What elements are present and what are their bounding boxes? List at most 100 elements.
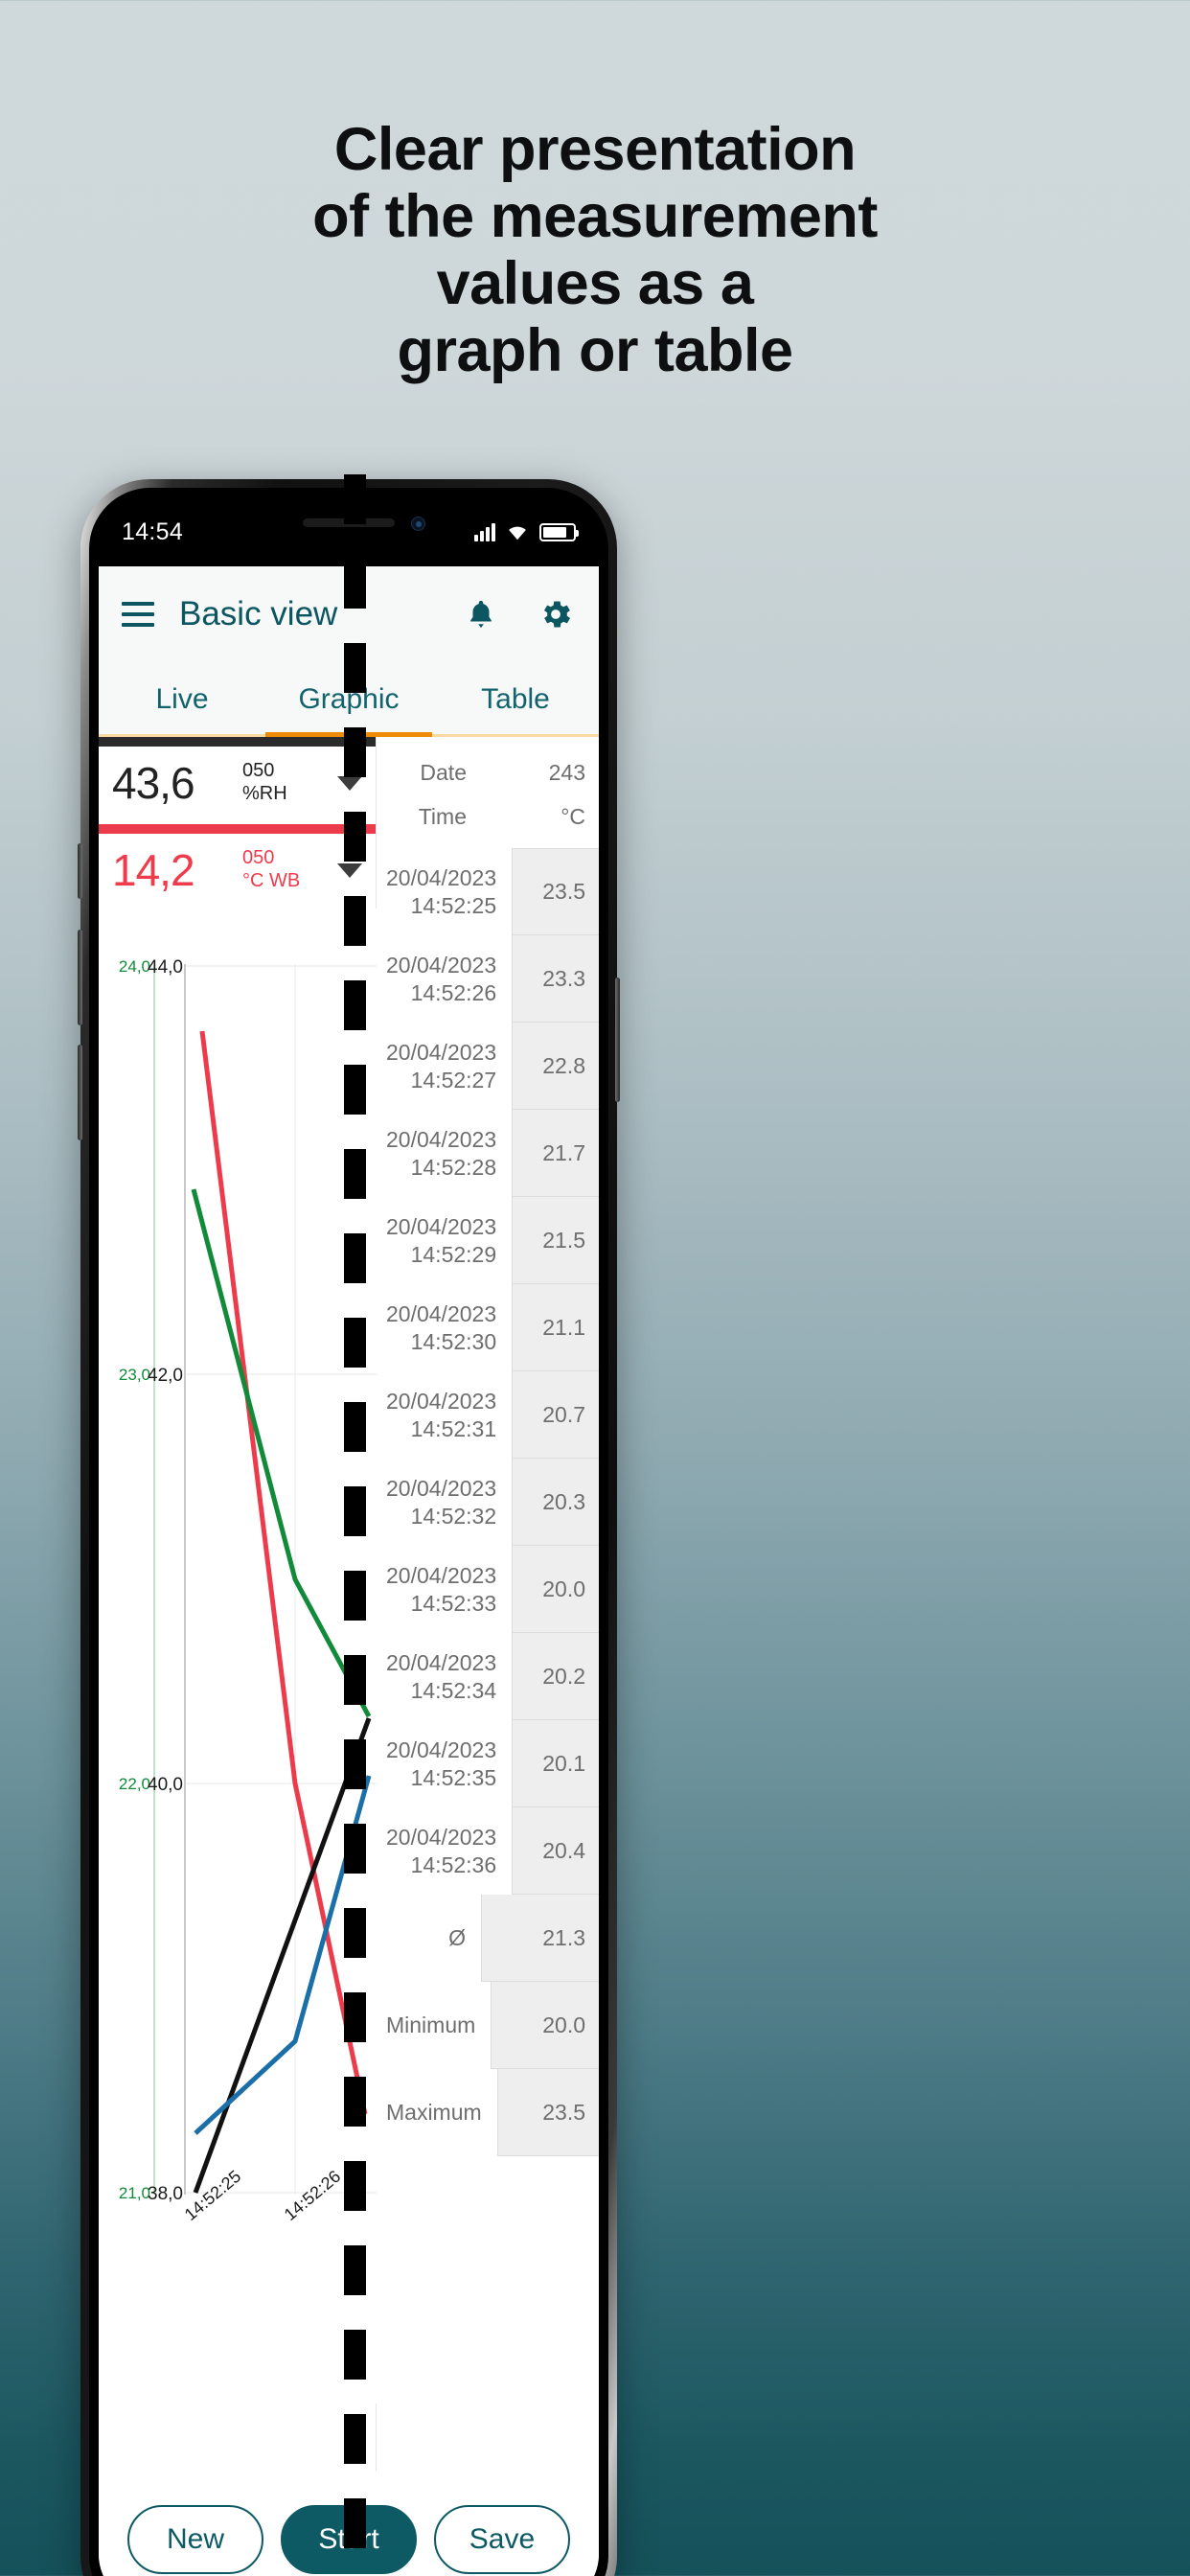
tab-table[interactable]: Table <box>432 662 599 737</box>
table-cell-datetime: 20/04/2023 14:52:30 <box>377 1284 514 1371</box>
table-cell-value: 21.3 <box>482 1895 599 1982</box>
chart-canvas: 24,0 23,0 22,0 21,0 44,0 42,0 40,0 38,0 <box>119 957 377 2224</box>
table-cell-value: 23.5 <box>513 848 599 935</box>
series-green <box>191 1188 372 1718</box>
measurement-color-bar <box>99 737 376 747</box>
table-cell-value: 20.1 <box>513 1720 599 1807</box>
table-cell-time: 14:52:32 <box>410 1503 497 1529</box>
svg-text:42,0: 42,0 <box>148 1366 183 1386</box>
measurement-color-bar <box>99 824 376 834</box>
table-row[interactable]: 20/04/2023 14:52:35 20.1 <box>377 1720 599 1807</box>
table-cell-time: 14:52:34 <box>410 1677 497 1703</box>
phone-volume-down-button[interactable] <box>78 1045 82 1140</box>
table-cell-time: 14:52:28 <box>410 1154 497 1180</box>
table-cell-time: 14:52:36 <box>410 1852 497 1877</box>
table-row[interactable]: Minimum 20.0 <box>377 1982 599 2069</box>
fold-dash <box>344 1065 366 1115</box>
table-row[interactable]: 20/04/2023 14:52:34 20.2 <box>377 1633 599 1720</box>
table-cell-datetime: 20/04/2023 14:52:28 <box>377 1110 514 1197</box>
measurement-unit: °C WB <box>242 870 301 891</box>
table-row[interactable]: 20/04/2023 14:52:31 20.7 <box>377 1371 599 1459</box>
table-pane[interactable]: Date 243 Time °C 20/04/2023 14:52:25 23.5 2… <box>377 737 599 2472</box>
measurement-card-humidity[interactable]: 43,6 050 %RH <box>99 737 376 821</box>
svg-text:23,0: 23,0 <box>119 1366 150 1384</box>
new-button[interactable]: New <box>127 2505 263 2574</box>
line-chart[interactable]: 24,0 23,0 22,0 21,0 44,0 42,0 40,0 38,0 <box>99 908 377 2404</box>
table-cell-value: 21.1 <box>513 1284 599 1371</box>
front-camera <box>411 517 425 531</box>
table-cell-time: 14:52:26 <box>410 979 497 1005</box>
fold-dash <box>344 1233 366 1283</box>
table-header-date: Date <box>420 759 467 785</box>
hamburger-menu-icon[interactable] <box>122 602 154 627</box>
table-body: 20/04/2023 14:52:25 23.5 20/04/2023 14:52:26… <box>377 848 599 2156</box>
phone-power-button[interactable] <box>615 978 620 1102</box>
fold-dash <box>344 1992 366 2042</box>
table-cell-datetime: Ø <box>377 1895 482 1982</box>
table-cell-date: 20/04/2023 <box>386 1388 497 1414</box>
svg-text:22,0: 22,0 <box>119 1775 150 1793</box>
table-row[interactable]: 20/04/2023 14:52:32 20.3 <box>377 1459 599 1546</box>
fold-dash <box>344 1149 366 1199</box>
table-cell-date: 20/04/2023 <box>386 1126 497 1152</box>
phone-mute-switch[interactable] <box>78 843 82 899</box>
table-header: Date 243 Time °C <box>377 737 599 848</box>
chart-ytick-labels-green: 24,0 23,0 22,0 21,0 <box>119 957 150 2202</box>
table-cell-datetime: 20/04/2023 14:52:25 <box>377 848 514 935</box>
table-cell-date: Minimum <box>386 2012 476 2038</box>
table-cell-datetime: 20/04/2023 14:52:34 <box>377 1633 514 1720</box>
measurement-value: 14,2 <box>112 845 195 895</box>
table-cell-date: Ø <box>448 1925 466 1951</box>
table-row[interactable]: Maximum 23.5 <box>377 2069 599 2156</box>
fold-dash <box>344 896 366 946</box>
table-cell-datetime: 20/04/2023 14:52:33 <box>377 1546 514 1633</box>
fold-dash <box>344 812 366 862</box>
measurement-table: Date 243 Time °C 20/04/2023 14:52:25 23.5 2… <box>377 737 599 2156</box>
table-cell-time: 14:52:25 <box>410 892 497 918</box>
table-cell-value: 20.4 <box>513 1807 599 1895</box>
table-cell-date: 20/04/2023 <box>386 1824 497 1850</box>
table-cell-value: 20.3 <box>513 1459 599 1546</box>
table-cell-datetime: 20/04/2023 14:52:32 <box>377 1459 514 1546</box>
table-row[interactable]: 20/04/2023 14:52:28 21.7 <box>377 1110 599 1197</box>
gear-icon[interactable] <box>538 596 574 632</box>
headline-line-2: of the measurement <box>312 182 878 250</box>
headline-line-1: Clear presentation <box>333 116 857 183</box>
table-row[interactable]: 20/04/2023 14:52:25 23.5 <box>377 848 599 935</box>
table-row[interactable]: 20/04/2023 14:52:30 21.1 <box>377 1284 599 1371</box>
table-cell-value: 23.3 <box>513 935 599 1023</box>
svg-text:24,0: 24,0 <box>119 957 150 976</box>
measurement-channel: 050 <box>242 760 275 782</box>
measurement-card-wetbulb[interactable]: 14,2 050 °C WB <box>99 824 376 908</box>
table-row[interactable]: Ø 21.3 <box>377 1895 599 1982</box>
measurement-unit: %RH <box>242 783 287 804</box>
table-row[interactable]: 20/04/2023 14:52:33 20.0 <box>377 1546 599 1633</box>
fold-dash <box>344 559 366 609</box>
fold-dash <box>344 2077 366 2127</box>
page-title: Clear presentation of the measurement va… <box>0 116 1190 385</box>
graphic-pane: 43,6 050 %RH 14,2 050 °C WB 24,0 23,0 22… <box>99 737 377 2472</box>
table-cell-value: 20.0 <box>492 1982 599 2069</box>
save-button[interactable]: Save <box>434 2505 570 2574</box>
table-cell-time: 14:52:31 <box>410 1415 497 1441</box>
svg-text:40,0: 40,0 <box>148 1775 183 1795</box>
table-row[interactable]: 20/04/2023 14:52:26 23.3 <box>377 935 599 1023</box>
tab-live[interactable]: Live <box>99 662 265 737</box>
table-cell-datetime: 20/04/2023 14:52:36 <box>377 1807 514 1895</box>
phone-volume-up-button[interactable] <box>78 930 82 1025</box>
table-header-channel: 243 <box>548 759 585 785</box>
fold-dash <box>344 1655 366 1705</box>
table-row[interactable]: 20/04/2023 14:52:29 21.5 <box>377 1197 599 1284</box>
table-cell-date: 20/04/2023 <box>386 864 497 890</box>
bell-icon[interactable] <box>465 597 497 632</box>
table-cell-value: 20.7 <box>513 1371 599 1459</box>
table-row[interactable]: 20/04/2023 14:52:27 22.8 <box>377 1023 599 1110</box>
fold-guide-line <box>344 474 366 2576</box>
table-row[interactable]: 20/04/2023 14:52:36 20.4 <box>377 1807 599 1895</box>
chart-xtick-labels: 14:52:25 14:52:26 <box>181 2167 345 2224</box>
svg-text:14:52:25: 14:52:25 <box>181 2167 245 2224</box>
table-cell-value: 22.8 <box>513 1023 599 1110</box>
table-cell-time: 14:52:29 <box>410 1241 497 1267</box>
fold-dash <box>344 2498 366 2548</box>
table-cell-time: 14:52:35 <box>410 1764 497 1790</box>
